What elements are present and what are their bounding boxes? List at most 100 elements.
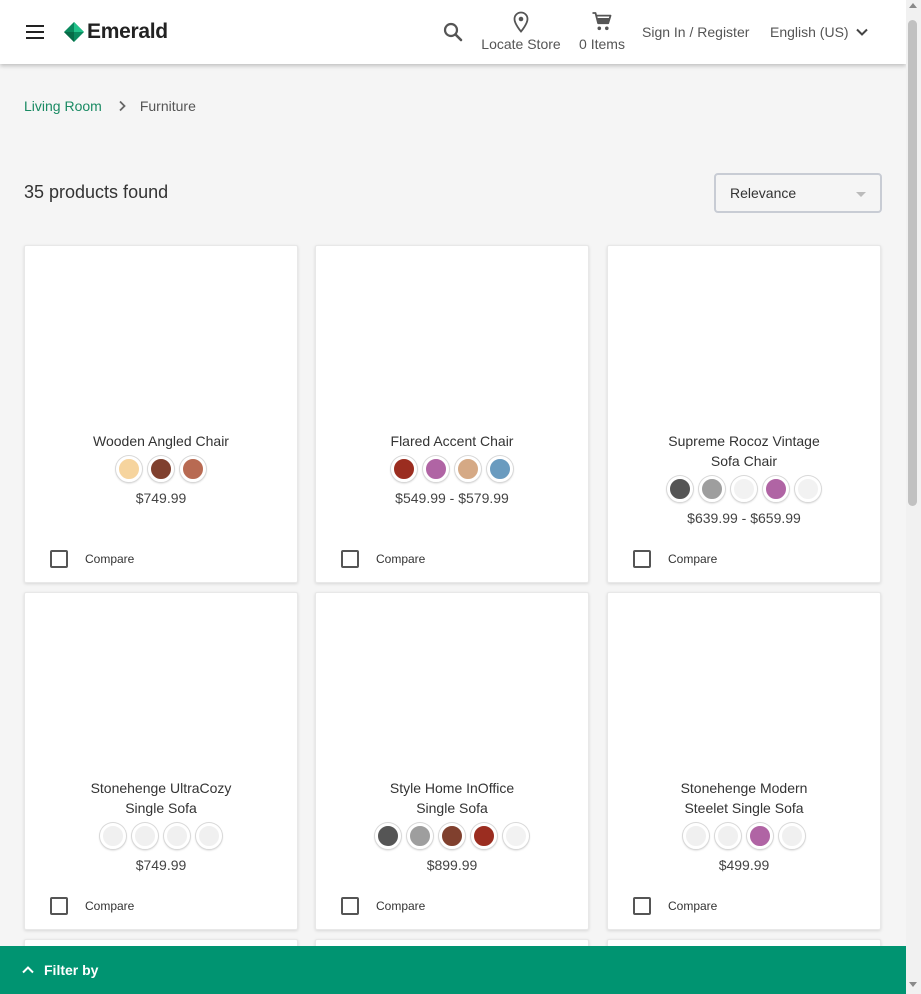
color-swatch[interactable] [116,456,142,482]
sort-value: Relevance [730,185,797,201]
color-swatch[interactable] [795,476,821,502]
breadcrumb-living-room[interactable]: Living Room [24,98,102,114]
color-swatches [316,823,588,849]
compare-checkbox[interactable]: Compare [633,549,717,569]
cart-count-label: 0 Items [579,36,625,52]
product-name[interactable]: Wooden Angled Chair [35,431,287,451]
color-swatch[interactable] [471,823,497,849]
product-name-line: Stonehenge UltraCozy [90,780,232,796]
color-swatch[interactable] [375,823,401,849]
compare-checkbox[interactable]: Compare [341,896,425,916]
cart-icon [592,12,612,31]
product-name[interactable]: Style Home InOffice Single Sofa [326,778,578,818]
color-swatch[interactable] [455,456,481,482]
checkbox-box[interactable] [633,550,651,568]
scroll-down-arrow-icon[interactable] [909,982,917,987]
emerald-logo-icon [64,22,84,42]
color-swatch[interactable] [747,823,773,849]
product-name-line: Stonehenge Modern [680,780,808,796]
checkbox-box[interactable] [633,897,651,915]
color-swatch[interactable] [667,476,693,502]
color-swatch[interactable] [715,823,741,849]
product-name-line: Steelet Single Sofa [684,800,804,816]
breadcrumb-current: Furniture [139,98,196,114]
product-name-line: Style Home InOffice [389,780,515,796]
product-name[interactable]: Supreme Rocoz Vintage Sofa Chair [618,431,870,471]
cart-button[interactable]: 0 Items [574,10,630,54]
scrollbar-thumb[interactable] [908,20,917,506]
location-pin-icon [513,11,529,33]
product-price: $749.99 [135,857,187,873]
color-swatch[interactable] [763,476,789,502]
product-price: $749.99 [135,490,187,506]
sort-select[interactable]: Relevance [714,173,882,213]
dropdown-arrow-icon [856,192,866,197]
compare-label: Compare [668,552,718,566]
compare-checkbox[interactable]: Compare [50,896,134,916]
product-card[interactable]: Stonehenge Modern Steelet Single Sofa $499… [607,592,881,930]
product-price: $499.99 [718,857,770,873]
chevron-down-icon [855,28,868,36]
compare-checkbox[interactable]: Compare [633,896,717,916]
product-price: $549.99 - $579.99 [395,490,509,506]
checkbox-box[interactable] [50,550,68,568]
product-name-line: Single Sofa [416,800,488,816]
top-header: Emerald Locate Store 0 Items Sign In / R… [0,0,906,64]
color-swatches [25,456,297,482]
color-swatch[interactable] [391,456,417,482]
chevron-right-icon [119,100,126,112]
color-swatch[interactable] [132,823,158,849]
color-swatch[interactable] [180,456,206,482]
page-scrollbar[interactable] [906,0,921,994]
compare-label: Compare [668,899,718,913]
product-price: $899.99 [426,857,478,873]
product-card[interactable]: Wooden Angled Chair $749.99 Compare [24,245,298,583]
color-swatch[interactable] [439,823,465,849]
checkbox-box[interactable] [341,897,359,915]
product-card[interactable]: Stonehenge UltraCozy Single Sofa $749.99 Co… [24,592,298,930]
results-count: 35 products found [24,182,169,202]
color-swatch[interactable] [487,456,513,482]
language-selector[interactable]: English (US) [770,22,871,42]
compare-label: Compare [376,899,426,913]
color-swatch[interactable] [731,476,757,502]
chevron-up-icon [22,966,34,974]
color-swatch[interactable] [164,823,190,849]
color-swatch[interactable] [148,456,174,482]
product-card[interactable]: Style Home InOffice Single Sofa $899.99 Com… [315,592,589,930]
product-price: $639.99 - $659.99 [687,510,801,526]
filter-by-bar[interactable]: Filter by [0,946,906,994]
language-label: English (US) [770,24,849,40]
product-name[interactable]: Stonehenge UltraCozy Single Sofa [35,778,287,818]
product-name-line: Supreme Rocoz Vintage [668,433,820,449]
scroll-up-arrow-icon[interactable] [909,3,917,8]
brand-logo[interactable]: Emerald [64,19,168,45]
menu-icon[interactable] [24,22,48,42]
product-card[interactable]: Flared Accent Chair $549.99 - $579.99 Comp… [315,245,589,583]
compare-label: Compare [376,552,426,566]
checkbox-box[interactable] [341,550,359,568]
color-swatch[interactable] [407,823,433,849]
product-name[interactable]: Stonehenge Modern Steelet Single Sofa [618,778,870,818]
compare-label: Compare [85,552,135,566]
breadcrumb: Living Room Furniture [24,98,196,114]
color-swatch[interactable] [503,823,529,849]
checkbox-box[interactable] [50,897,68,915]
search-icon[interactable] [441,20,465,44]
sign-in-register-link[interactable]: Sign In / Register [642,24,749,40]
product-card[interactable]: Supreme Rocoz Vintage Sofa Chair $639.99 -… [607,245,881,583]
compare-checkbox[interactable]: Compare [50,549,134,569]
product-name-line: Wooden Angled Chair [93,433,229,449]
color-swatches [608,823,880,849]
color-swatch[interactable] [196,823,222,849]
locate-store-button[interactable]: Locate Store [476,10,566,54]
color-swatches [608,476,880,502]
color-swatch[interactable] [683,823,709,849]
product-name[interactable]: Flared Accent Chair [326,431,578,451]
color-swatch[interactable] [779,823,805,849]
compare-label: Compare [85,899,135,913]
compare-checkbox[interactable]: Compare [341,549,425,569]
color-swatch[interactable] [100,823,126,849]
color-swatch[interactable] [423,456,449,482]
color-swatch[interactable] [699,476,725,502]
